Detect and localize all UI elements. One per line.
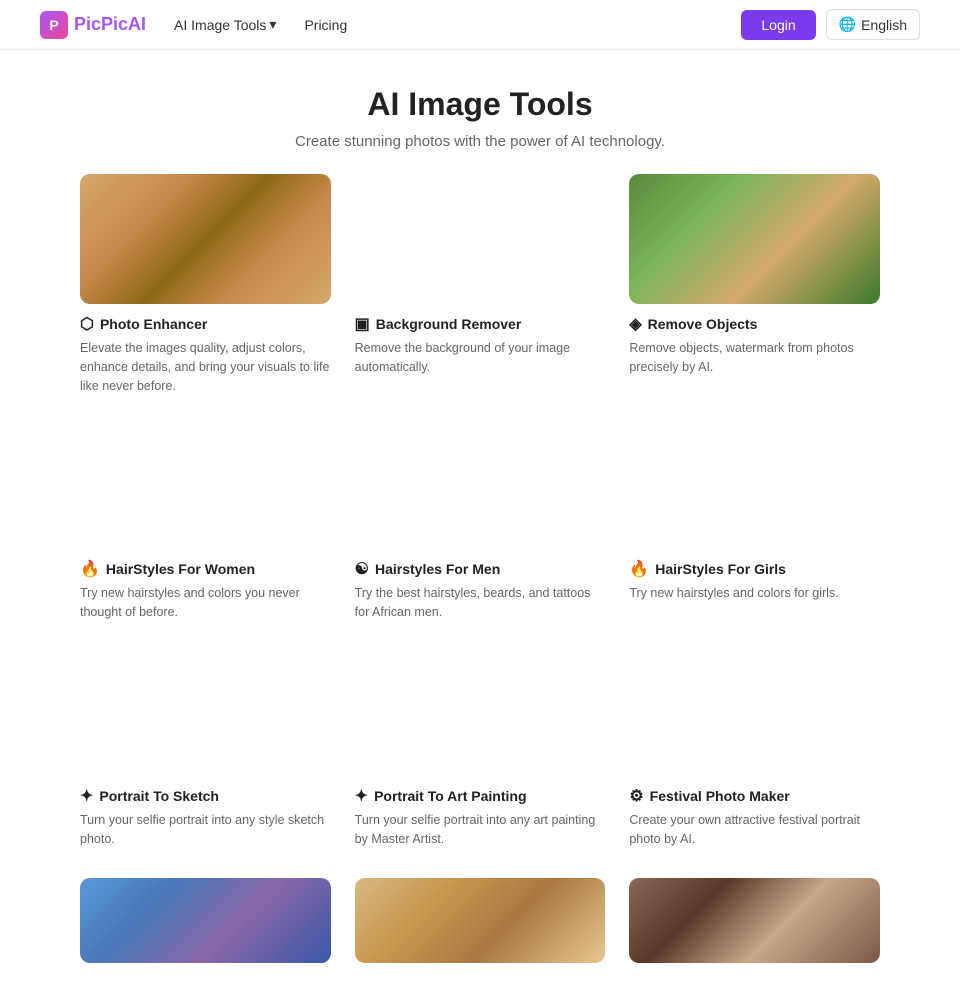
card-image-hairstyles-girls	[629, 419, 880, 549]
card-title-text-remove-objects: Remove Objects	[648, 316, 758, 332]
logo[interactable]: P PicPicAI	[40, 11, 146, 39]
logo-text: PicPicAI	[74, 14, 146, 35]
card-image-portrait-art	[355, 646, 606, 776]
page-subtitle: Create stunning photos with the power of…	[20, 133, 940, 150]
card-icon-background-remover: ▣	[355, 314, 370, 334]
card-image-photo-enhancer	[80, 174, 331, 304]
card-icon-hairstyles-men: ☯	[355, 559, 369, 579]
card-title-hairstyles-women: 🔥 HairStyles For Women	[80, 559, 331, 579]
card-title-text-hairstyles-men: Hairstyles For Men	[375, 561, 500, 577]
nav-right: Login 🌐 English	[741, 9, 920, 40]
card-desc-portrait-sketch: Turn your selfie portrait into any style…	[80, 811, 331, 849]
card-icon-hairstyles-women: 🔥	[80, 559, 100, 579]
card-desc-festival: Create your own attractive festival port…	[629, 811, 880, 849]
card-image-portrait-sketch	[80, 646, 331, 776]
tool-card-festival[interactable]: ⚙ Festival Photo Maker Create your own a…	[629, 646, 880, 849]
tool-card-hairstyles-girls[interactable]: 🔥 HairStyles For Girls Try new hairstyle…	[629, 419, 880, 622]
card-desc-background-remover: Remove the background of your image auto…	[355, 339, 606, 377]
tool-card-photo-enhancer[interactable]: ⬡ Photo Enhancer Elevate the images qual…	[80, 174, 331, 395]
card-title-text-portrait-sketch: Portrait To Sketch	[99, 788, 219, 804]
bottom-row	[0, 878, 960, 993]
bottom-image-bottom-2	[355, 878, 606, 963]
language-button[interactable]: 🌐 English	[826, 9, 920, 40]
card-icon-hairstyles-girls: 🔥	[629, 559, 649, 579]
card-desc-hairstyles-girls: Try new hairstyles and colors for girls.	[629, 584, 880, 603]
card-icon-remove-objects: ◈	[629, 314, 641, 334]
card-image-festival	[629, 646, 880, 776]
bottom-card-bottom-3[interactable]	[629, 878, 880, 973]
card-title-hairstyles-girls: 🔥 HairStyles For Girls	[629, 559, 880, 579]
card-desc-hairstyles-men: Try the best hairstyles, beards, and tat…	[355, 584, 606, 622]
tool-card-background-remover[interactable]: ▣ Background Remover Remove the backgrou…	[355, 174, 606, 395]
hero-section: AI Image Tools Create stunning photos wi…	[0, 50, 960, 174]
bottom-image-bottom-1	[80, 878, 331, 963]
card-desc-photo-enhancer: Elevate the images quality, adjust color…	[80, 339, 331, 395]
nav-ai-image-tools[interactable]: AI Image Tools ▾	[174, 16, 276, 33]
tool-card-portrait-sketch[interactable]: ✦ Portrait To Sketch Turn your selfie po…	[80, 646, 331, 849]
globe-icon: 🌐	[839, 16, 856, 33]
tool-card-hairstyles-women[interactable]: 🔥 HairStyles For Women Try new hairstyle…	[80, 419, 331, 622]
card-image-remove-objects	[629, 174, 880, 304]
logo-icon: P	[40, 11, 68, 39]
card-title-text-hairstyles-women: HairStyles For Women	[106, 561, 255, 577]
card-icon-festival: ⚙	[629, 786, 643, 806]
card-icon-portrait-sketch: ✦	[80, 786, 93, 806]
navbar: P PicPicAI AI Image Tools ▾ Pricing Logi…	[0, 0, 960, 50]
tool-card-hairstyles-men[interactable]: ☯ Hairstyles For Men Try the best hairst…	[355, 419, 606, 622]
card-title-text-photo-enhancer: Photo Enhancer	[100, 316, 207, 332]
card-title-remove-objects: ◈ Remove Objects	[629, 314, 880, 334]
card-title-portrait-sketch: ✦ Portrait To Sketch	[80, 786, 331, 806]
card-icon-portrait-art: ✦	[355, 786, 368, 806]
card-icon-photo-enhancer: ⬡	[80, 314, 94, 334]
nav-left: P PicPicAI AI Image Tools ▾ Pricing	[40, 11, 347, 39]
bottom-image-bottom-3	[629, 878, 880, 963]
card-title-text-festival: Festival Photo Maker	[650, 788, 790, 804]
nav-pricing[interactable]: Pricing	[304, 17, 347, 33]
card-title-text-portrait-art: Portrait To Art Painting	[374, 788, 526, 804]
card-title-text-hairstyles-girls: HairStyles For Girls	[655, 561, 786, 577]
login-button[interactable]: Login	[741, 10, 815, 40]
card-title-photo-enhancer: ⬡ Photo Enhancer	[80, 314, 331, 334]
tool-card-portrait-art[interactable]: ✦ Portrait To Art Painting Turn your sel…	[355, 646, 606, 849]
card-image-background-remover	[355, 174, 606, 304]
card-title-festival: ⚙ Festival Photo Maker	[629, 786, 880, 806]
card-title-text-background-remover: Background Remover	[376, 316, 521, 332]
card-desc-portrait-art: Turn your selfie portrait into any art p…	[355, 811, 606, 849]
page-title: AI Image Tools	[20, 86, 940, 123]
card-image-hairstyles-men	[355, 419, 606, 549]
bottom-card-bottom-2[interactable]	[355, 878, 606, 973]
card-image-hairstyles-women	[80, 419, 331, 549]
card-desc-remove-objects: Remove objects, watermark from photos pr…	[629, 339, 880, 377]
card-desc-hairstyles-women: Try new hairstyles and colors you never …	[80, 584, 331, 622]
bottom-card-bottom-1[interactable]	[80, 878, 331, 973]
card-title-background-remover: ▣ Background Remover	[355, 314, 606, 334]
tool-card-remove-objects[interactable]: ◈ Remove Objects Remove objects, waterma…	[629, 174, 880, 395]
tools-grid: ⬡ Photo Enhancer Elevate the images qual…	[0, 174, 960, 878]
card-title-hairstyles-men: ☯ Hairstyles For Men	[355, 559, 606, 579]
card-title-portrait-art: ✦ Portrait To Art Painting	[355, 786, 606, 806]
